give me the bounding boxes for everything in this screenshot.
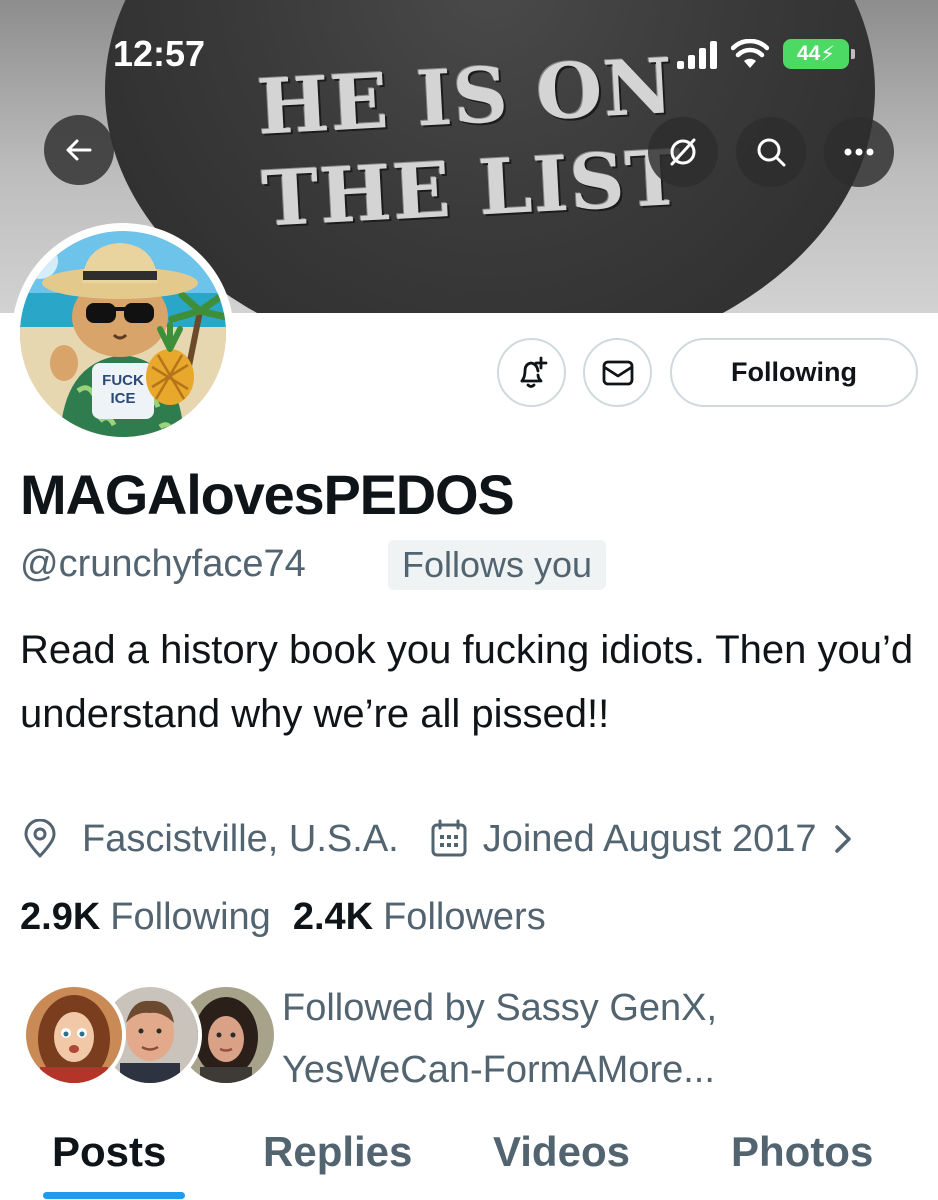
following-button[interactable]: Following	[670, 338, 918, 407]
avatar-badge-line2: ICE	[110, 390, 135, 407]
more-button[interactable]	[824, 117, 894, 187]
tab-replies[interactable]: Replies	[263, 1128, 412, 1176]
following-count: 2.9K	[20, 895, 101, 938]
profile-tabs: Posts Replies Videos Photos	[0, 1120, 938, 1200]
follows-you-badge: Follows you	[388, 540, 607, 590]
more-horizontal-icon	[844, 148, 874, 156]
message-button[interactable]	[583, 338, 652, 407]
profile-location: Fascistville, U.S.A.	[82, 817, 399, 860]
back-button[interactable]	[44, 115, 114, 185]
user-handle: @crunchyface74	[20, 543, 306, 585]
battery-icon: 44 ⚡︎	[783, 39, 855, 69]
status-icons: 44 ⚡︎	[677, 38, 855, 70]
wifi-icon	[731, 39, 769, 68]
status-time: 12:57	[113, 33, 206, 74]
notify-button[interactable]	[497, 338, 566, 407]
search-icon	[757, 138, 786, 167]
follow-stats: 2.9K Following 2.4K Followers	[20, 892, 546, 942]
active-tab-indicator	[43, 1192, 185, 1199]
followers-stat[interactable]: 2.4K Followers	[293, 896, 546, 939]
location-pin-icon	[20, 819, 60, 859]
following-stat[interactable]: 2.9K Following	[20, 896, 271, 939]
envelope-icon	[602, 360, 633, 385]
tab-videos[interactable]: Videos	[493, 1128, 630, 1176]
following-label: Following	[110, 895, 271, 938]
avatar-badge-line1: FUCK	[102, 372, 144, 389]
avatar-cat-image: FUCK ICE	[20, 231, 226, 437]
follower-avatar	[22, 983, 126, 1087]
followed-by-section[interactable]: Followed by Sassy GenX, YesWeCan-FormAMo…	[22, 983, 922, 1093]
profile-meta-row: Fascistville, U.S.A. Joined August 2017	[20, 814, 863, 864]
followers-label: Followers	[383, 895, 546, 938]
grok-icon	[670, 138, 696, 166]
tab-photos[interactable]: Photos	[731, 1128, 873, 1176]
arrow-left-icon	[66, 139, 92, 161]
bell-plus-icon	[520, 356, 547, 388]
followers-count: 2.4K	[292, 895, 374, 938]
search-button[interactable]	[736, 117, 806, 187]
followed-by-text: Followed by Sassy GenX, YesWeCan-FormAMo…	[282, 987, 718, 1091]
profile-joined-date: Joined August 2017	[482, 817, 817, 860]
battery-level: 44	[796, 42, 821, 65]
calendar-icon	[429, 819, 469, 859]
profile-bio: Read a history book you fucking idiots. …	[20, 628, 914, 736]
tab-posts[interactable]: Posts	[52, 1128, 166, 1176]
chevron-right-icon[interactable]	[823, 819, 863, 859]
grok-button[interactable]	[648, 117, 718, 187]
display-name: MAGAlovesPEDOS	[20, 463, 515, 526]
profile-avatar[interactable]: FUCK ICE	[12, 223, 234, 445]
signal-icon	[677, 39, 717, 69]
